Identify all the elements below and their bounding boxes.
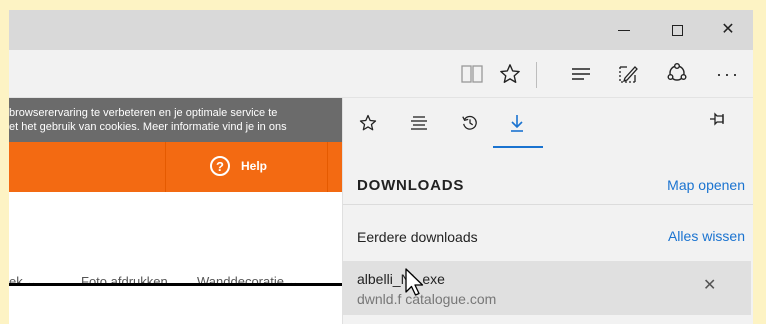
toolbar-divider xyxy=(536,62,537,88)
open-folder-link[interactable]: Map openen xyxy=(667,177,745,193)
nav-item-foto-afdrukken[interactable]: Foto afdrukken xyxy=(81,274,168,289)
reading-list-icon xyxy=(411,116,427,130)
remove-download-button[interactable]: ✕ xyxy=(703,275,716,295)
cookie-text-line1: browserervaring te verbeteren en je opti… xyxy=(9,107,278,119)
pin-panel-button[interactable] xyxy=(709,112,727,129)
web-note-button[interactable] xyxy=(614,60,642,88)
active-tab-indicator xyxy=(493,146,543,148)
help-icon[interactable]: ? xyxy=(210,156,230,176)
more-button[interactable]: ··· xyxy=(713,60,743,88)
header-divider xyxy=(165,142,166,192)
pin-icon xyxy=(710,112,724,126)
header-divider xyxy=(327,142,328,192)
web-page: browserervaring te verbeteren en je opti… xyxy=(9,98,342,324)
close-icon: ✕ xyxy=(703,277,717,294)
browser-window: ✕ ··· browserervaring te verbeteren en j… xyxy=(9,10,753,324)
panel-divider xyxy=(343,204,753,205)
hub-button[interactable] xyxy=(567,60,595,88)
download-filename[interactable]: albelli_NL.exe xyxy=(357,271,445,287)
reading-view-button[interactable] xyxy=(459,60,485,88)
close-window-button[interactable]: ✕ xyxy=(706,10,750,50)
nav-item-wanddecoratie[interactable]: Wanddecoratie ⌄ xyxy=(197,274,298,290)
cookie-text-line2: et het gebruik van cookies. Meer informa… xyxy=(9,121,287,133)
maximize-button[interactable] xyxy=(655,10,699,50)
reading-view-icon xyxy=(461,65,483,83)
share-button[interactable] xyxy=(663,60,691,88)
tab-history[interactable] xyxy=(448,98,492,148)
favorites-icon xyxy=(359,114,377,131)
download-icon xyxy=(511,115,523,132)
downloads-title: DOWNLOADS xyxy=(357,177,465,194)
close-icon: ✕ xyxy=(721,21,735,38)
share-icon xyxy=(667,63,687,81)
cookie-banner: browserervaring te verbeteren en je opti… xyxy=(9,98,342,142)
minimize-button[interactable] xyxy=(602,10,646,50)
tab-favorites[interactable] xyxy=(346,98,390,148)
earlier-downloads-label: Eerdere downloads xyxy=(357,229,478,245)
tab-downloads[interactable] xyxy=(495,98,539,148)
tab-reading-list[interactable] xyxy=(397,98,441,148)
web-note-icon xyxy=(619,66,638,83)
minimize-icon xyxy=(618,29,630,31)
site-header-bar: ? Help xyxy=(9,142,342,192)
help-link[interactable]: Help xyxy=(241,159,267,173)
site-nav: ek ⌄ Foto afdrukken Wanddecoratie ⌄ xyxy=(9,270,342,294)
nav-item[interactable]: ek ⌄ xyxy=(9,274,37,290)
hub-icon xyxy=(572,68,590,80)
favorite-star-icon xyxy=(500,64,520,83)
add-favorite-button[interactable] xyxy=(497,60,523,88)
more-icon: ··· xyxy=(716,63,740,84)
annotation-line xyxy=(9,283,342,286)
browser-toolbar: ··· xyxy=(9,50,753,98)
history-icon xyxy=(462,115,477,130)
title-bar: ✕ xyxy=(9,10,753,50)
maximize-icon xyxy=(671,24,683,36)
download-source: dwnld.f catalogue.com xyxy=(357,291,497,307)
clear-all-link[interactable]: Alles wissen xyxy=(668,228,745,244)
mouse-cursor-icon xyxy=(405,268,424,296)
